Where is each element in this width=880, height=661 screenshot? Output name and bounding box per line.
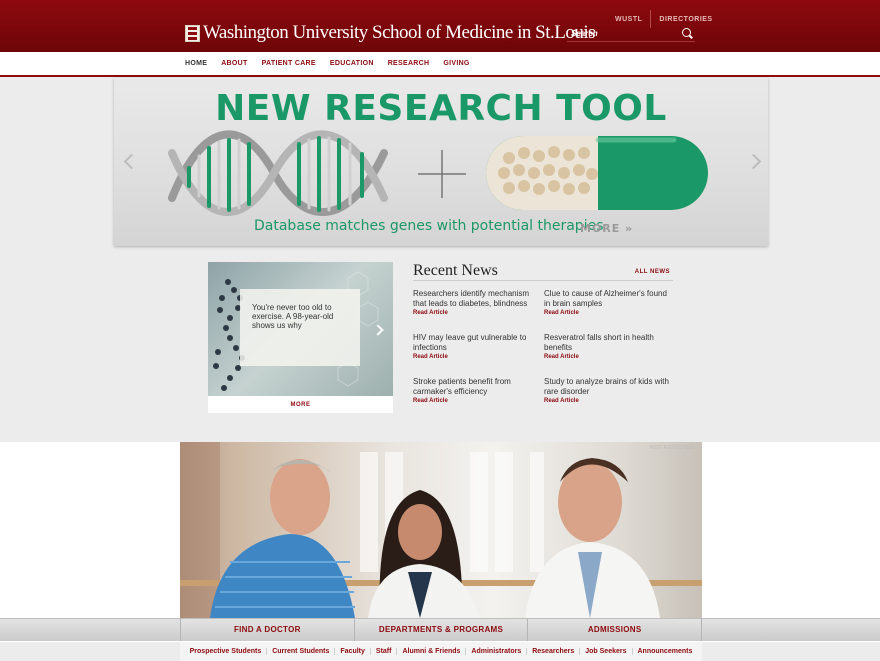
audience-link-job-seekers[interactable]: Job Seekers [579,648,631,655]
audience-link-staff[interactable]: Staff [369,648,397,655]
nav-research[interactable]: RESEARCH [388,60,430,67]
audience-link-current-students[interactable]: Current Students [266,648,334,655]
dna-helix-graphic [168,130,388,216]
read-article-link[interactable]: Read Article [413,310,541,316]
action-bar: FIND A DOCTOR DEPARTMENTS & PROGRAMS ADM… [0,618,880,641]
site-logo[interactable]: Washington University School of Medicine… [185,22,596,44]
divider [413,280,673,281]
utility-links: WUSTL DIRECTORIES [615,10,713,28]
doctors-photo-graphic [180,442,702,618]
audience-nav: Prospective Students Current Students Fa… [0,641,880,661]
wustl-link[interactable]: WUSTL [615,16,642,23]
feature-caption-card: You're never too old to exercise. A 98-y… [240,289,360,366]
news-headline[interactable]: Study to analyze brains of kids with rar… [544,377,672,397]
audience-link-administrators[interactable]: Administrators [465,648,526,655]
directories-link[interactable]: DIRECTORIES [659,16,712,23]
hero-more-link[interactable]: MORE » [580,222,633,235]
site-header: Washington University School of Medicine… [0,0,880,53]
hero-subtitle: Database matches genes with potential th… [254,218,604,234]
news-heading: Recent News [413,262,498,279]
featured-photo: NOT ADJUSTED [180,442,702,618]
news-item: Clue to cause of Alzheimer's found in br… [544,289,672,316]
nav-giving[interactable]: GIVING [443,60,469,67]
audience-link-prospective-students[interactable]: Prospective Students [185,648,267,655]
utility-divider [650,10,652,28]
read-article-link[interactable]: Read Article [544,398,672,404]
feature-story[interactable]: You're never too old to exercise. A 98-y… [208,262,393,413]
news-headline[interactable]: Clue to cause of Alzheimer's found in br… [544,289,672,309]
news-headline[interactable]: Stroke patients benefit from carmaker's … [413,377,541,397]
nav-about[interactable]: ABOUT [221,60,247,67]
logo-text: Washington University School of Medicine… [203,22,596,43]
admissions-button[interactable]: ADMISSIONS [527,619,703,641]
photo-label: NOT ADJUSTED [650,445,694,451]
search-input[interactable] [567,27,679,40]
feature-more-link[interactable]: MORE [208,402,393,408]
departments-programs-button[interactable]: DEPARTMENTS & PROGRAMS [353,619,528,641]
audience-link-faculty[interactable]: Faculty [334,648,370,655]
read-article-link[interactable]: Read Article [413,354,541,360]
news-headline[interactable]: HIV may leave gut vulnerable to infectio… [413,333,541,353]
all-news-link[interactable]: ALL NEWS [635,269,670,275]
read-article-link[interactable]: Read Article [544,354,672,360]
hero-title: NEW RESEARCH TOOL [215,88,667,129]
news-item: HIV may leave gut vulnerable to infectio… [413,333,541,360]
capsule-graphic [486,136,708,210]
recent-news: Recent News ALL NEWS Researchers identif… [413,262,673,422]
audience-link-alumni-friends[interactable]: Alumni & Friends [396,648,465,655]
audience-link-researchers[interactable]: Researchers [526,648,579,655]
nav-home[interactable]: HOME [185,60,207,67]
plus-icon [418,150,466,198]
search-box [567,27,695,42]
shield-icon [185,24,200,42]
main-nav: HOME ABOUT PATIENT CARE EDUCATION RESEAR… [0,52,880,77]
nav-patient-care[interactable]: PATIENT CARE [262,60,316,67]
news-item: Stroke patients benefit from carmaker's … [413,377,541,404]
feature-caption: You're never too old to exercise. A 98-y… [252,303,334,330]
find-a-doctor-button[interactable]: FIND A DOCTOR [180,619,354,641]
news-item: Study to analyze brains of kids with rar… [544,377,672,404]
read-article-link[interactable]: Read Article [413,398,541,404]
read-article-link[interactable]: Read Article [544,310,672,316]
search-icon[interactable] [682,28,691,37]
nav-education[interactable]: EDUCATION [330,60,374,67]
news-item: Resveratrol falls short in health benefi… [544,333,672,360]
hero-slider[interactable]: NEW RESEARCH TOOL Database matches genes… [114,78,768,246]
feature-image: You're never too old to exercise. A 98-y… [208,262,393,396]
news-item: Researchers identify mechanism that lead… [413,289,541,316]
audience-link-announcements[interactable]: Announcements [631,648,698,655]
news-headline[interactable]: Resveratrol falls short in health benefi… [544,333,672,353]
news-headline[interactable]: Researchers identify mechanism that lead… [413,289,541,309]
